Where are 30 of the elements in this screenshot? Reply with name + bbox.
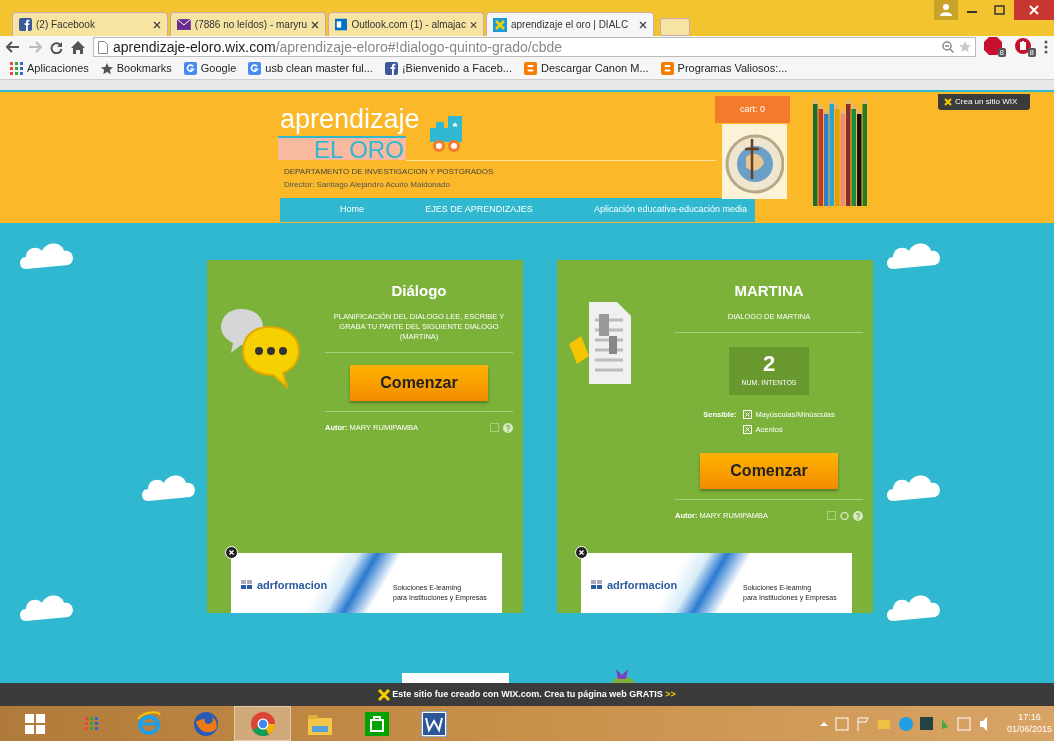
start-button[interactable]: Comenzar bbox=[350, 364, 488, 401]
department-text: DEPARTAMENTO DE INVESTIGACION Y POSTGRADOS bbox=[284, 166, 494, 178]
ad-brand: adrformacion bbox=[257, 578, 328, 593]
bookmark-link[interactable]: usb clean master ful... bbox=[265, 60, 373, 77]
logo-text: aprendizaje bbox=[280, 106, 420, 133]
bookmark-link[interactable]: Aplicaciones bbox=[27, 60, 89, 77]
card-title: Diálogo bbox=[390, 281, 448, 301]
clock-time: 17:16 bbox=[1017, 711, 1042, 724]
logo-text: EL ORO bbox=[278, 136, 406, 160]
browser-tab[interactable]: (2) Facebook bbox=[12, 12, 168, 36]
bookmark-link[interactable]: Bookmarks bbox=[116, 60, 172, 77]
start-button[interactable]: Comenzar bbox=[700, 453, 838, 490]
address-bar[interactable]: aprendizaje-eloro.wix.com/aprendizaje-eloro#!dialogo-quinto-grado/cbde bbox=[93, 37, 976, 57]
bookmark-link[interactable]: Descargar Canon M... bbox=[540, 60, 649, 77]
browser-tab[interactable]: aprendizaje el oro | DIALC bbox=[486, 12, 654, 36]
card-title: MARTINA bbox=[733, 281, 805, 301]
extension-badge: 8 bbox=[997, 48, 1006, 57]
ad-brand: adrformacion bbox=[607, 578, 678, 593]
clock-date: 01/06/2015 bbox=[1006, 723, 1052, 736]
director-text: Director: Santiago Alejandro Acurio Maldonado bbox=[284, 179, 450, 191]
extension-badge: 8 bbox=[1027, 48, 1036, 57]
browser-tab[interactable]: Outlook.com (1) - almajac bbox=[328, 12, 484, 36]
bookmark-link[interactable]: Programas Valiosos:... bbox=[677, 60, 788, 77]
bookmark-link[interactable]: ¡Bienvenido a Faceb... bbox=[401, 60, 512, 77]
url-text: aprendizaje-eloro.wix.com/aprendizaje-eloro#!dialogo-quinto-grado/cbde bbox=[113, 37, 563, 57]
wix-footer-text[interactable]: Este sitio fue creado con WIX.com. Crea tu página web GRATIS >> bbox=[392, 687, 676, 702]
attempts-count: 2 bbox=[762, 352, 776, 375]
wix-badge[interactable]: Crea un sitio WIX bbox=[938, 94, 1030, 110]
bookmark-link[interactable]: Google bbox=[200, 60, 237, 77]
browser-tab[interactable]: (7886 no leídos) - maryru bbox=[170, 12, 326, 36]
